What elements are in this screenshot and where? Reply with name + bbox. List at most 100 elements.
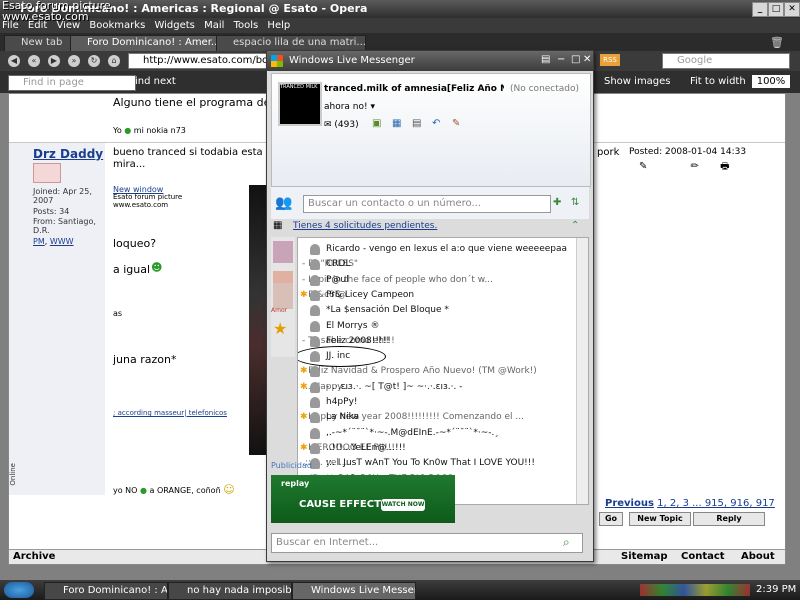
add-contact-icon[interactable]: ✚	[553, 197, 561, 208]
pending-requests[interactable]: ▦ Tienes 4 solicitudes pendientes. ⌃	[271, 219, 589, 235]
sort-icon[interactable]: ⇅	[571, 197, 579, 208]
personal-message[interactable]: ahora no! ▾	[324, 102, 375, 112]
address-bar[interactable]: http://www.esato.com/board/vi	[128, 53, 284, 69]
spaces-icon[interactable]: ▦	[392, 118, 401, 129]
contact-row[interactable]: CRDL - P.I "RULES"	[298, 257, 576, 272]
bottom-signature-text-2: a ORANGE, coñoñ	[149, 486, 221, 495]
windows-logo-icon	[271, 55, 283, 67]
menu-mail[interactable]: Mail	[204, 20, 224, 31]
zoom-select[interactable]: 100%	[752, 75, 790, 88]
notifications-icon[interactable]	[273, 241, 293, 263]
contact-link[interactable]: Contact	[681, 551, 725, 562]
search-icon[interactable]: ⌕	[563, 535, 570, 550]
contact-row[interactable]: ,.-~*´¨¯¨`*·~-.M@dEInE.-~*´¨¯¨`*·~-.¸	[298, 426, 576, 441]
fast-forward-icon[interactable]: »	[68, 55, 80, 67]
collapse-icon[interactable]: ⌃	[571, 220, 579, 231]
menu-icon[interactable]: ▤	[541, 54, 550, 65]
forward-icon[interactable]: ▶	[48, 55, 60, 67]
close-icon[interactable]: ✕	[784, 2, 800, 17]
contact-row[interactable]: *La $ensación Del Bloque *	[298, 303, 576, 318]
tray-icons[interactable]	[640, 584, 750, 596]
about-link[interactable]: About	[741, 551, 775, 562]
contact-row[interactable]: El Morrys ®	[298, 319, 576, 334]
contact-row[interactable]: ::. I JusT wAnT You To Kn0w That I LOVE …	[298, 456, 576, 471]
find-next-button[interactable]: Find next	[130, 76, 176, 87]
contact-row[interactable]: ✱ Pr& Licey Campeon - Pr&c8l@	[298, 288, 576, 303]
archive-link[interactable]: Archive	[13, 551, 55, 562]
task-opera[interactable]: Foro Dominicano! : A...	[44, 582, 168, 600]
contact-row[interactable]: Ricardo - vengo en lexus el a:o que vien…	[298, 242, 576, 257]
menu-bar: File Edit View Bookmarks Widgets Mail To…	[0, 18, 800, 33]
reply-button[interactable]: Reply	[693, 512, 765, 526]
go-button[interactable]: Go	[599, 512, 623, 526]
tab-foro-dominicano[interactable]: Foro Dominicano! : Amer...	[70, 35, 220, 52]
paint-icon[interactable]: ✎	[452, 118, 460, 129]
undo-icon[interactable]: ↶	[432, 118, 440, 129]
sharing-icon[interactable]: ▤	[412, 118, 421, 129]
home-icon[interactable]: ⌂	[108, 55, 120, 67]
author-name[interactable]: Drz Daddy	[33, 147, 103, 161]
page-links[interactable]: 1, 2, 3 ... 915, 916, 917	[657, 498, 775, 509]
rss-icon[interactable]: RSS	[600, 54, 620, 66]
menu-help[interactable]: Help	[267, 20, 290, 31]
avatar[interactable]: TRANCED MILK	[278, 82, 322, 126]
contact-status-icon	[310, 427, 320, 439]
tab-label: espacio lila de una matri...	[233, 37, 366, 48]
new-topic-button[interactable]: New Topic	[629, 512, 691, 526]
previous-page-link[interactable]: Previous	[605, 498, 654, 509]
fit-to-width-button[interactable]: Fit to width	[690, 76, 746, 87]
print-icon[interactable]: 🖶	[720, 161, 729, 172]
task-messenger[interactable]: Windows Live Messen...	[292, 582, 416, 600]
pm-link[interactable]: PM	[33, 237, 45, 246]
sitemap-link[interactable]: Sitemap	[621, 551, 668, 562]
contact-row[interactable]: P@ul - I spit in the face of people who d…	[298, 273, 576, 288]
user-status[interactable]: (No conectado)	[510, 84, 579, 94]
minimize-icon[interactable]: −	[557, 54, 565, 65]
ad-line-2: CAUSE EFFECT	[299, 499, 381, 510]
contact-list-scrollbar[interactable]	[576, 238, 588, 504]
contact-status-icon	[310, 244, 320, 255]
reload-icon[interactable]: ↻	[88, 55, 100, 67]
contact-row[interactable]: h4pPy!	[298, 395, 576, 410]
menu-widgets[interactable]: Widgets	[154, 20, 194, 31]
watch-now-button[interactable]: WATCH NOW	[381, 499, 425, 511]
maximize-icon[interactable]: □	[571, 54, 580, 65]
contact-row[interactable]: ✱ La Nika - Happy new year 2008!!!!!!!!! C…	[298, 410, 576, 425]
star-icon[interactable]: ★	[273, 319, 293, 341]
contact-row[interactable]: ✱ ..!!!...YeLEn@...!!! - KIEROOOO EL PII!!…	[298, 441, 576, 456]
body-line-4: juna razon*	[113, 353, 177, 366]
menu-tools[interactable]: Tools	[234, 20, 259, 31]
advertisement[interactable]: replay CAUSE EFFECT WATCH NOW	[271, 475, 455, 523]
contact-status-icon	[310, 412, 320, 424]
contacts-icon[interactable]: ▣	[372, 118, 381, 129]
edit-icon[interactable]: ✏	[691, 161, 699, 172]
star-icon: ✱	[300, 442, 308, 453]
post-actions: ✎ ✏ 🖶	[639, 159, 730, 176]
signature-links[interactable]: ; according masseur| telefonicos	[113, 409, 227, 417]
start-button[interactable]	[4, 582, 34, 598]
find-input[interactable]: Find in page	[8, 75, 136, 91]
back-icon[interactable]: ◀	[8, 55, 20, 67]
search-input[interactable]: Google	[662, 53, 790, 69]
post-date: Posted: 2008-01-04 14:33	[629, 147, 747, 157]
maximize-icon[interactable]: □	[768, 2, 784, 17]
pending-requests-link[interactable]: Tienes 4 solicitudes pendientes.	[293, 221, 437, 231]
show-images-button[interactable]: Show images	[604, 76, 671, 87]
contact-photo[interactable]	[273, 283, 293, 309]
bottom-signature: yo NO ● a ORANGE, coñoñ ☺	[113, 483, 235, 496]
new-tab-button[interactable]: New tab	[4, 35, 80, 52]
user-display-name[interactable]: tranced.milk of amnesia[Feliz Año Nuev..…	[324, 84, 504, 94]
quote-icon[interactable]: ✎	[639, 161, 647, 172]
rewind-icon[interactable]: «	[28, 55, 40, 67]
mail-count[interactable]: ✉ (493)	[324, 120, 359, 130]
contact-status-icon	[310, 366, 320, 378]
contact-search-input[interactable]: Buscar un contacto o un número...	[303, 195, 551, 213]
minimize-icon[interactable]: _	[752, 2, 768, 17]
web-search-input[interactable]: Buscar en Internet...	[271, 533, 583, 553]
contact-row[interactable]: ✱ - .·.εıз.·. ~[ T@t! ]~ ~·.·.εıз.·. -...…	[298, 380, 576, 395]
smiley-icon: ☻	[151, 261, 163, 274]
task-conversation[interactable]: no hay nada imposibl...	[168, 582, 292, 600]
www-link[interactable]: WWW	[50, 237, 74, 246]
trash-icon[interactable]: 🗑	[770, 36, 784, 49]
close-icon[interactable]: ✕	[583, 54, 591, 65]
